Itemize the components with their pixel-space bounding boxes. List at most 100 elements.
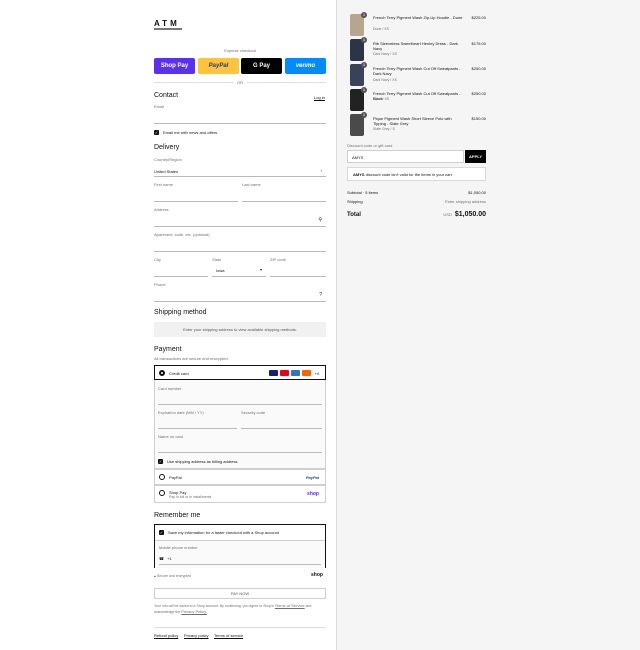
total-label: Total <box>347 212 361 218</box>
mobile-phone-field[interactable]: ☎ +1 <box>159 551 321 565</box>
chevron-down-icon: › <box>320 168 322 173</box>
refund-policy-link[interactable]: Refund policy <box>154 633 178 638</box>
credit-card-label: Credit card <box>169 371 189 376</box>
shipping-value: Enter shipping address <box>445 199 486 204</box>
country-select[interactable]: United States › <box>154 164 326 177</box>
shop-pay-option[interactable]: Shop Pay Pay in full or in installments … <box>154 485 326 503</box>
remember-box: ✓ Save my information for a faster check… <box>154 524 326 568</box>
legal-text-before: Your info will be saved to a Shop accoun… <box>154 604 274 608</box>
legal-text: Your info will be saved to a Shop accoun… <box>154 603 326 615</box>
product-price: $250.00 <box>471 66 486 71</box>
quantity-badge: 1 <box>361 87 367 93</box>
quantity-badge: 1 <box>361 37 367 43</box>
express-checkout-label: Express checkout <box>224 48 256 53</box>
expiry-label: Expiration date (MM / YY) <box>158 410 204 415</box>
address-label: Address <box>154 207 169 212</box>
total-value: $1,050.00 <box>454 211 486 218</box>
billing-same-checkbox[interactable]: ✓ <box>158 459 163 464</box>
city-field[interactable] <box>154 264 208 277</box>
shipping-heading: Shipping method <box>154 309 207 316</box>
shop-pay-button[interactable]: Shop Pay <box>154 58 195 74</box>
state-select[interactable]: Iowa ▾ <box>212 264 266 277</box>
card-number-label: Card number <box>158 386 182 391</box>
delivery-heading: Delivery <box>154 144 180 151</box>
terms-of-service-link[interactable]: Terms of service <box>214 633 243 638</box>
secure-note-text: Secure and encrypted <box>156 574 192 578</box>
login-link[interactable]: Log in <box>314 95 325 100</box>
shop-pay-sub: Pay in full or in installments <box>169 495 212 499</box>
privacy-policy-link[interactable]: Privacy policy <box>184 633 208 638</box>
discount-label: Discount code or gift card <box>347 143 393 148</box>
mastercard-icon <box>280 370 290 376</box>
credit-card-radio[interactable] <box>159 370 165 376</box>
paypal-radio[interactable] <box>159 474 165 480</box>
name-on-card-label: Name on card <box>158 434 184 439</box>
shop-pay-radio[interactable] <box>159 490 165 496</box>
venmo-button[interactable]: venmo <box>285 58 326 74</box>
privacy-link[interactable]: Privacy Policy. <box>181 609 207 614</box>
zip-field[interactable] <box>270 264 326 277</box>
subtotal-label: Subtotal · 5 items <box>347 190 379 195</box>
first-name-field[interactable] <box>154 190 238 202</box>
news-label: Email me with news and offers <box>163 130 218 135</box>
quantity-badge: 1 <box>361 112 367 118</box>
expiry-field[interactable] <box>158 417 237 429</box>
product-variant: Slate Grey / S <box>373 127 395 131</box>
zip-label: ZIP code <box>270 257 286 262</box>
last-name-label: Last name <box>242 182 261 187</box>
contact-heading: Contact <box>154 92 179 99</box>
shop-pay-logo: shop <box>307 491 319 497</box>
apartment-label: Apartment, suite, etc. (optional) <box>154 232 210 237</box>
store-logo[interactable]: ATM <box>154 19 180 28</box>
quantity-badge: 1 <box>361 62 367 68</box>
paypal-button[interactable]: PayPal <box>198 58 239 74</box>
security-code-field[interactable] <box>241 417 322 429</box>
remember-heading: Remember me <box>154 512 201 519</box>
news-checkbox[interactable]: ✓ <box>154 130 159 135</box>
paypal-option[interactable]: PayPal PayPal <box>154 469 326 485</box>
card-number-field[interactable] <box>158 393 322 405</box>
shop-logo: shop <box>311 572 323 578</box>
product-price: $150.00 <box>471 116 486 121</box>
secure-note: 🔒︎ Secure and encrypted <box>154 574 191 578</box>
name-on-card-field[interactable] <box>158 441 322 453</box>
save-info-label: Save my information for a faster checkou… <box>168 530 279 535</box>
help-icon[interactable]: ? <box>319 292 322 298</box>
footer-divider <box>154 627 326 628</box>
city-label: City <box>154 257 161 262</box>
discount-error-msg: discount code isn't valid for the items … <box>365 172 452 177</box>
google-pay-button[interactable]: G Pay <box>241 58 282 74</box>
apply-button[interactable]: APPLY <box>465 150 486 163</box>
product-price: $250.00 <box>471 91 486 96</box>
more-cards-label: +4 <box>314 370 319 376</box>
product-price: $175.00 <box>471 41 486 46</box>
product-name: French Terry Pigment Wash Zip-Up Hoodie … <box>373 15 463 20</box>
shipping-label: Shipping <box>347 199 363 204</box>
mobile-prefix: +1 <box>167 556 172 561</box>
or-label: OR <box>237 79 243 85</box>
discover-icon <box>302 370 312 376</box>
pay-now-button[interactable]: PAY NOW <box>154 588 326 599</box>
phone-icon: ☎ <box>159 556 164 561</box>
checkout-form-panel: ATM Express checkout Shop Pay PayPal G P… <box>0 0 336 650</box>
state-label: State <box>212 257 222 262</box>
address-field[interactable]: ⚲ <box>154 214 326 227</box>
save-info-checkbox[interactable]: ✓ <box>159 530 164 535</box>
credit-card-option[interactable]: Credit card +4 <box>154 365 326 380</box>
country-value: United States <box>154 169 179 174</box>
terms-link[interactable]: Terms of Service <box>275 603 305 608</box>
currency-label: USD <box>443 212 452 217</box>
product-name: Rib Sleeveless Sweetheart Henley Dress -… <box>373 41 458 51</box>
mobile-label: Mobile phone number <box>159 545 198 550</box>
discount-field[interactable]: AMYS <box>347 150 464 163</box>
visa-icon <box>269 370 279 376</box>
product-variant: Dark Navy / XS <box>373 78 397 82</box>
apartment-field[interactable] <box>154 240 326 252</box>
lock-icon: 🔒︎ <box>154 574 156 578</box>
email-field[interactable] <box>154 112 326 124</box>
product-name: French Terry Pigment Wash Cut Off Sweatp… <box>373 66 461 76</box>
security-code-label: Security code <box>241 410 266 415</box>
last-name-field[interactable] <box>242 190 326 202</box>
phone-field[interactable]: ? <box>154 289 326 302</box>
discount-error: AMYS discount code isn't valid for the i… <box>347 167 486 181</box>
